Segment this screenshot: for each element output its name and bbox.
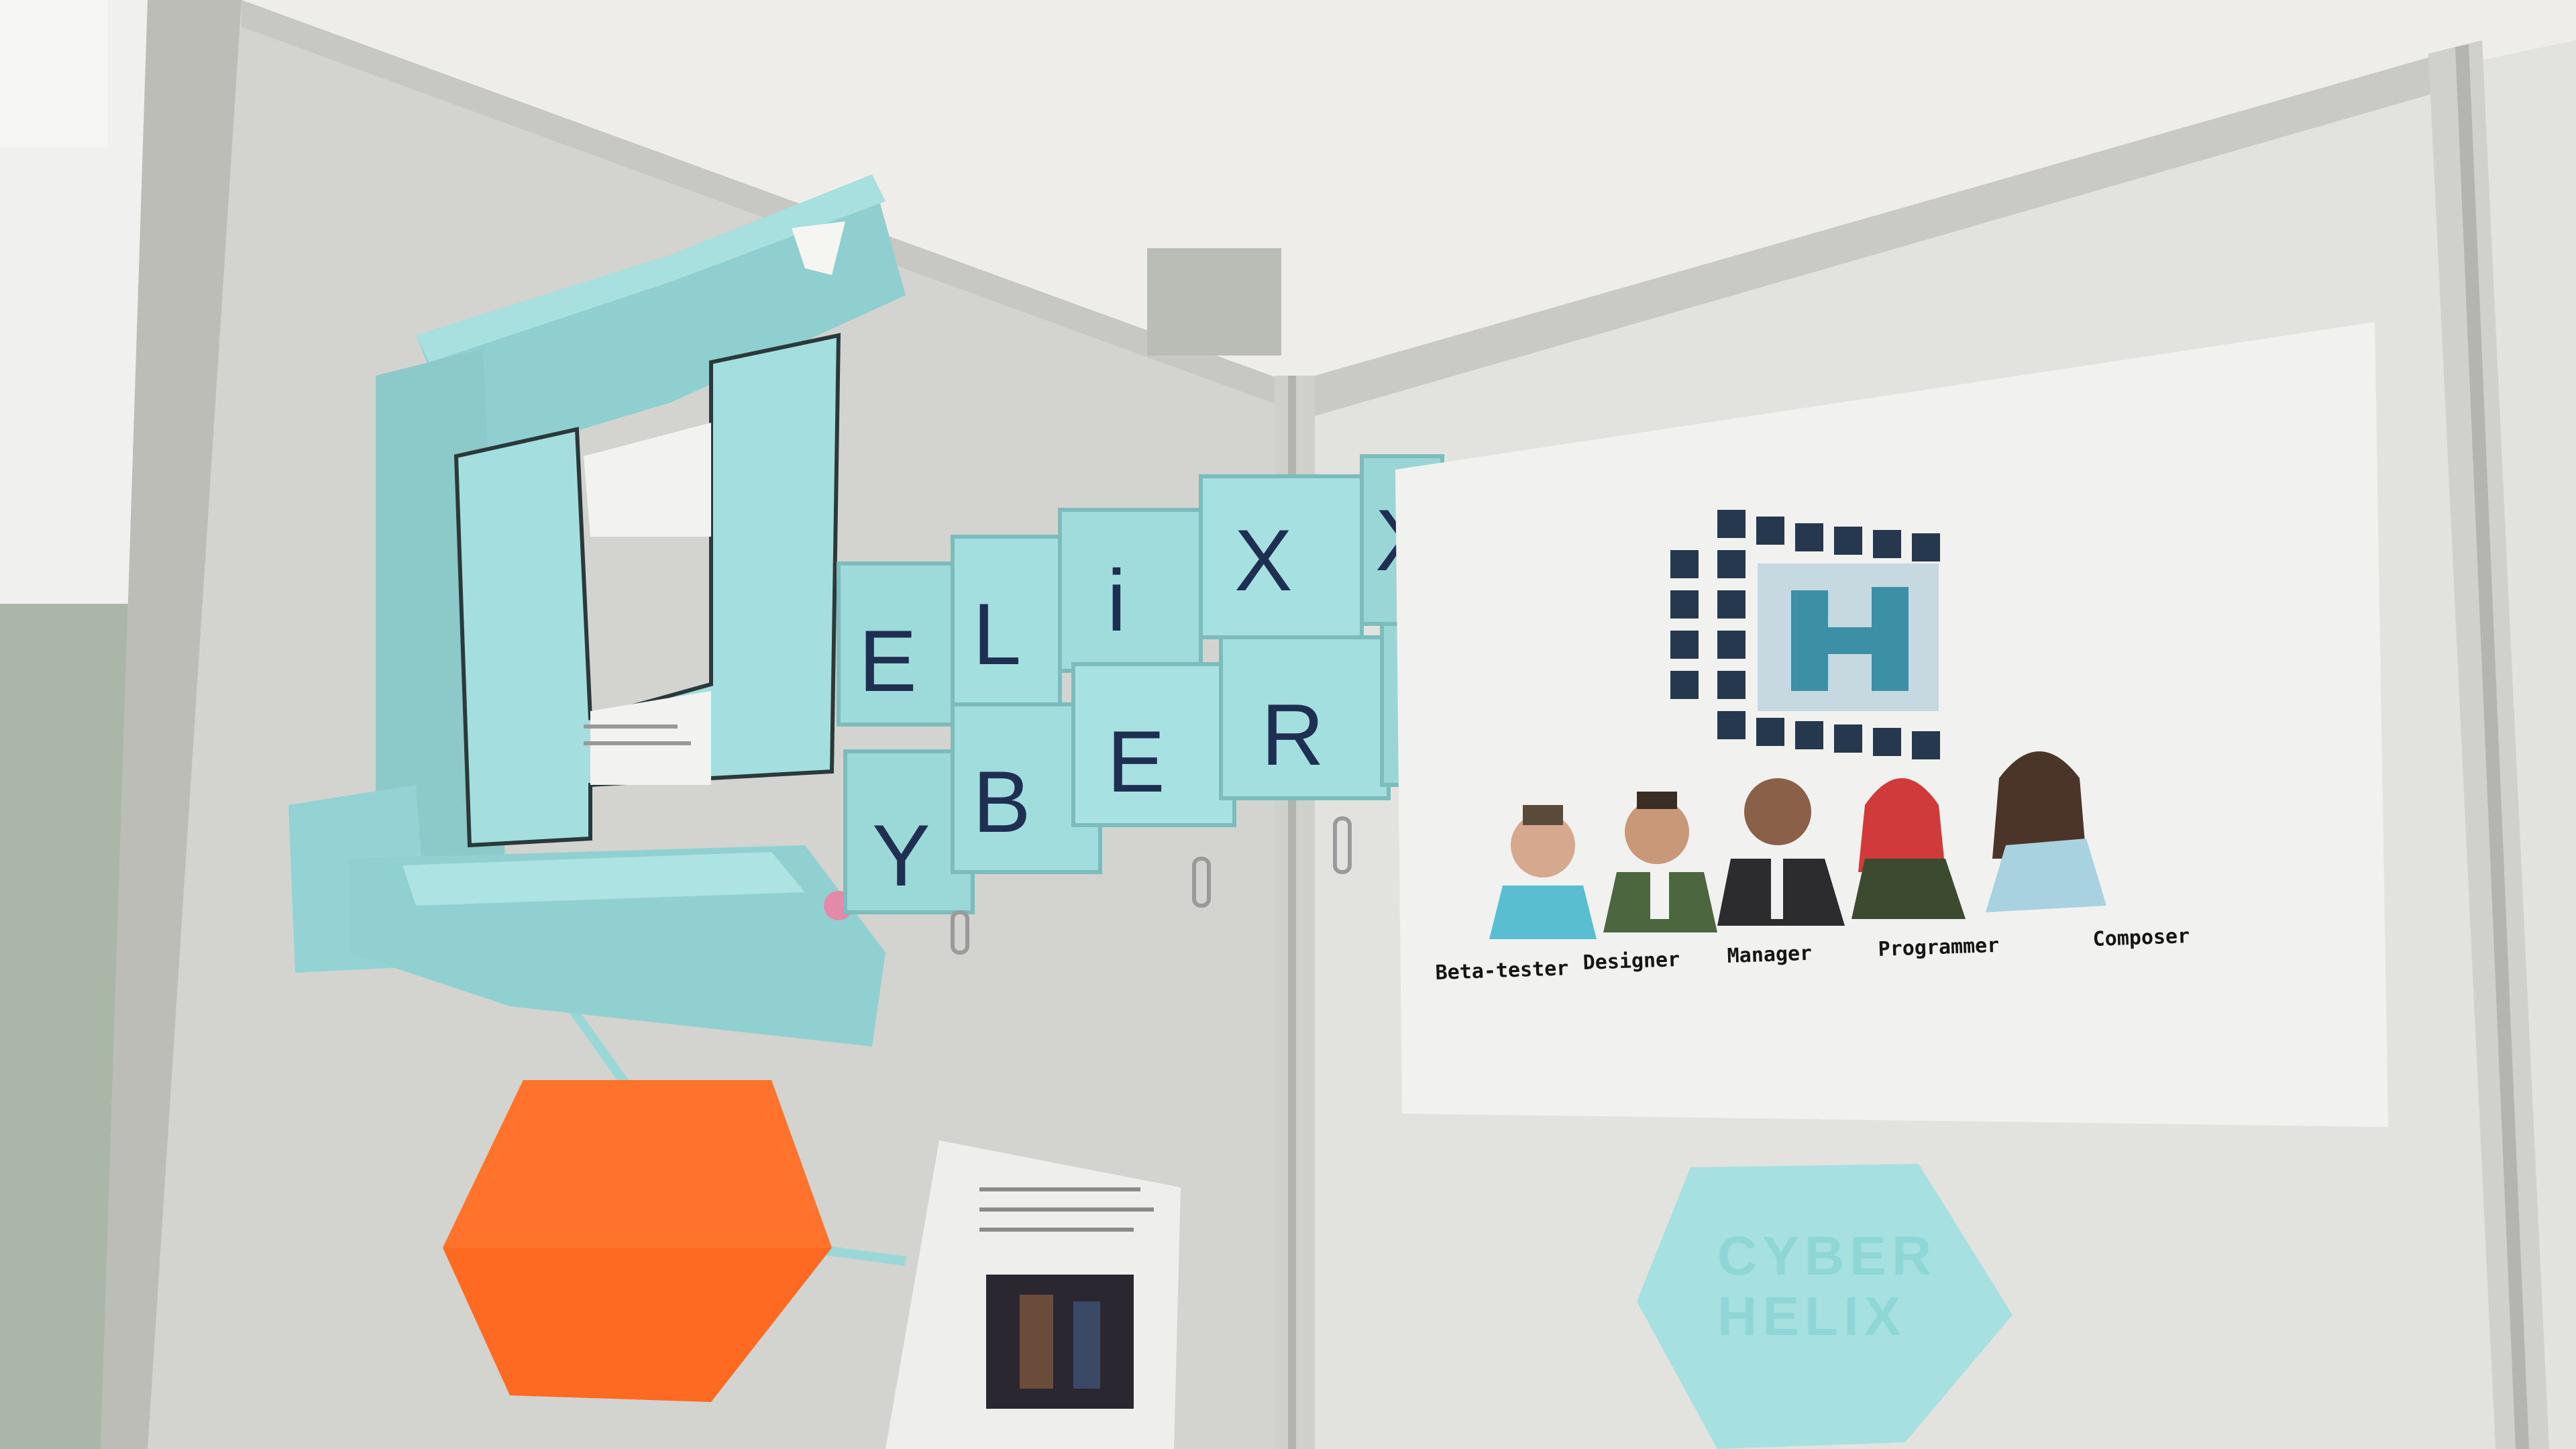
- photo-scene: E L i X X Y B E R R: [0, 0, 2576, 1449]
- ceiling-fixture: [1147, 248, 1281, 356]
- role-designer: Designer: [1582, 948, 1680, 975]
- role-manager: Manager: [1727, 942, 1813, 968]
- cube-letter-r1: R: [1261, 686, 1324, 784]
- cube-letter-x1: X: [1234, 511, 1293, 609]
- cube-letter-b: B: [973, 753, 1031, 851]
- cube-letter-l: L: [973, 585, 1021, 683]
- cube-letter-e: E: [859, 612, 917, 710]
- cube-letter-i: i: [1107, 551, 1126, 649]
- role-beta-tester: Beta-tester: [1435, 957, 1569, 985]
- role-programmer: Programmer: [1878, 934, 2000, 961]
- cube-letter-e2: E: [1107, 712, 1165, 810]
- cube-letter-y: Y: [872, 806, 930, 904]
- paper-photo: [986, 1275, 1134, 1409]
- hexagon-text-line2: HELIX: [1717, 1286, 1906, 1347]
- hexagon-text-line1: CYBER: [1717, 1226, 1937, 1287]
- role-composer: Composer: [2092, 924, 2190, 951]
